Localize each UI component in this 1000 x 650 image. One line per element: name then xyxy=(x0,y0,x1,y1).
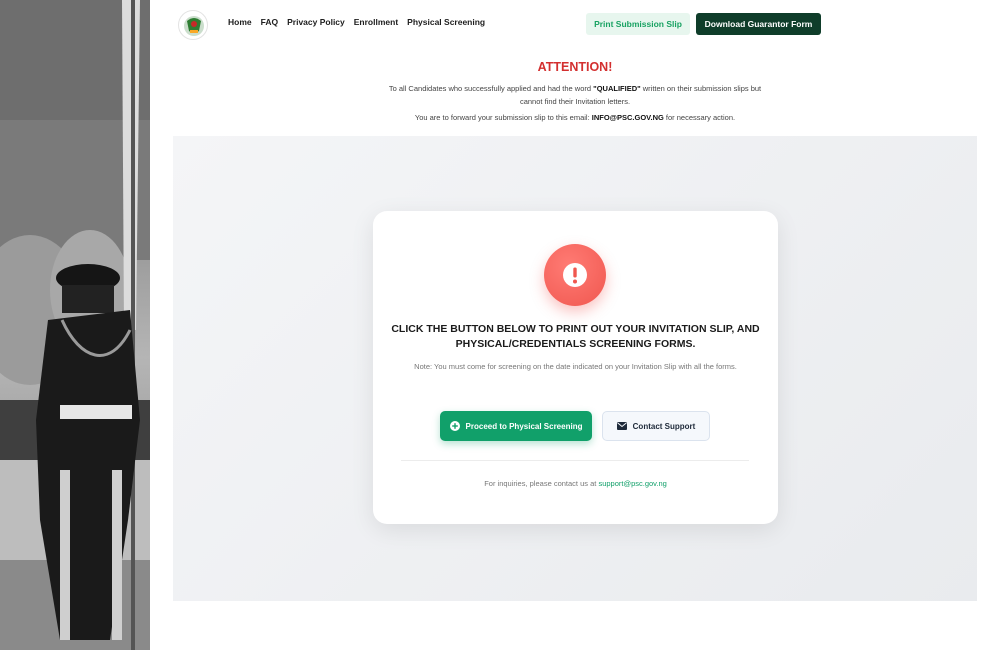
qualified-word: "QUALIFIED" xyxy=(593,84,641,93)
hero-photo xyxy=(0,0,150,650)
print-submission-slip-button[interactable]: Print Submission Slip xyxy=(586,13,690,35)
site-header: Home FAQ Privacy Policy Enrollment Physi… xyxy=(150,0,1000,48)
download-guarantor-form-button[interactable]: Download Guarantor Form xyxy=(696,13,821,35)
exclamation-icon xyxy=(563,263,587,287)
forward-instruction-post: for necessary action. xyxy=(663,113,736,122)
info-email: INFO@PSC.GOV.NG xyxy=(591,113,664,122)
nav-privacy-policy[interactable]: Privacy Policy xyxy=(287,17,345,27)
alert-badge xyxy=(544,244,606,306)
main-nav: Home FAQ Privacy Policy Enrollment Physi… xyxy=(228,17,485,27)
nav-faq[interactable]: FAQ xyxy=(261,17,278,27)
card-divider xyxy=(401,460,749,461)
nav-enrollment[interactable]: Enrollment xyxy=(354,17,398,27)
screening-card: CLICK THE BUTTON BELOW TO PRINT OUT YOUR… xyxy=(373,211,778,524)
forward-instruction-pre: You are to forward your submission slip … xyxy=(414,113,592,122)
card-note: Note: You must come for screening on the… xyxy=(414,362,737,371)
inquiries-text: For inquiries, please contact us at supp… xyxy=(373,479,778,488)
attention-message: To all Candidates who successfully appli… xyxy=(385,82,765,108)
attention-message-pre: To all Candidates who successfully appli… xyxy=(388,84,594,93)
coat-of-arms-icon[interactable] xyxy=(178,10,208,40)
inquiries-prefix: For inquiries, please contact us at xyxy=(484,479,599,488)
contact-label: Contact Support xyxy=(632,421,696,431)
plus-circle-icon xyxy=(449,421,460,431)
support-email-link[interactable]: support@psc.gov.ng xyxy=(598,479,666,488)
contact-support-button[interactable]: Contact Support xyxy=(602,411,710,441)
attention-title: ATTENTION! xyxy=(537,60,613,74)
nav-physical-screening[interactable]: Physical Screening xyxy=(407,17,485,27)
envelope-icon xyxy=(616,422,627,430)
proceed-label: Proceed to Physical Screening xyxy=(465,421,583,431)
proceed-to-physical-screening-button[interactable]: Proceed to Physical Screening xyxy=(440,411,592,441)
nav-home[interactable]: Home xyxy=(228,17,252,27)
forward-instruction: You are to forward your submission slip … xyxy=(300,113,850,122)
card-title: CLICK THE BUTTON BELOW TO PRINT OUT YOUR… xyxy=(391,323,760,350)
